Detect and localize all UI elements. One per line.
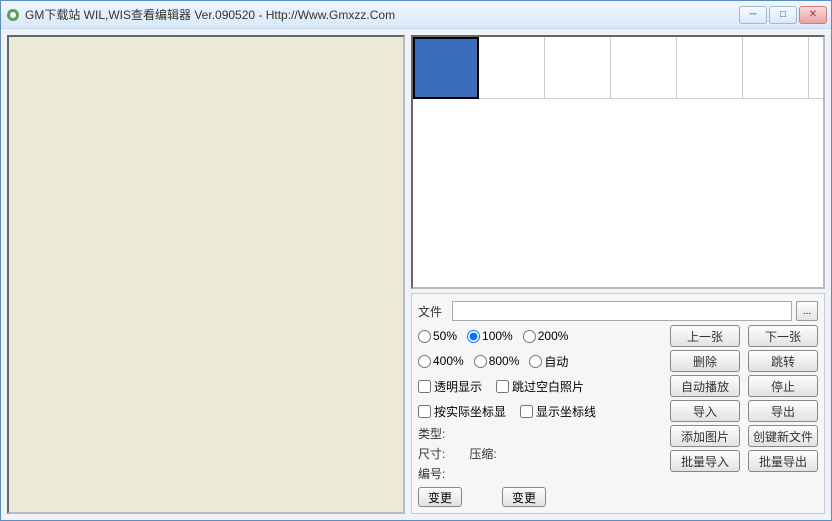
check-real-coord[interactable]: 按实际坐标显	[418, 403, 506, 420]
zoom-row-2: 400% 800% 自动	[418, 350, 664, 372]
check-skip-blank[interactable]: 跳过空白照片	[496, 378, 584, 395]
change-button-1[interactable]: 变更	[418, 487, 462, 507]
check-row-2: 按实际坐标显 显示坐标线	[418, 400, 664, 422]
browse-button[interactable]: ...	[796, 301, 818, 321]
button-col-2: 下一张 跳转 停止 导出 创键新文件 批量导出	[748, 325, 818, 507]
client-area: 文件 ... 50% 100% 200% 400% 800%	[1, 29, 831, 520]
type-row: 类型:	[418, 425, 664, 442]
control-panel: 文件 ... 50% 100% 200% 400% 800%	[411, 293, 825, 514]
button-col-1: 上一张 删除 自动播放 导入 添加图片 批量导入	[670, 325, 740, 507]
thumbnail[interactable]	[479, 37, 545, 99]
change-button-2[interactable]: 变更	[502, 487, 546, 507]
maximize-button[interactable]: □	[769, 6, 797, 24]
add-image-button[interactable]: 添加图片	[670, 425, 740, 447]
thumbnail-row	[413, 37, 823, 99]
stop-button[interactable]: 停止	[748, 375, 818, 397]
zoom-100[interactable]: 100%	[467, 329, 513, 343]
id-label: 编号:	[418, 465, 445, 482]
left-controls: 50% 100% 200% 400% 800% 自动 透明显示 跳过空白照片	[418, 325, 664, 507]
check-row-1: 透明显示 跳过空白照片	[418, 375, 664, 397]
check-show-coord[interactable]: 显示坐标线	[520, 403, 596, 420]
check-transparent[interactable]: 透明显示	[418, 378, 482, 395]
app-window: GM下载站 WIL,WIS查看编辑器 Ver.090520 - Http://W…	[0, 0, 832, 521]
file-label: 文件	[418, 303, 448, 320]
id-row: 编号:	[418, 465, 664, 482]
new-file-button[interactable]: 创键新文件	[748, 425, 818, 447]
size-label: 尺寸:	[418, 445, 445, 462]
import-button[interactable]: 导入	[670, 400, 740, 422]
zoom-200[interactable]: 200%	[523, 329, 569, 343]
file-row: 文件 ...	[418, 300, 818, 322]
thumbnail-selected[interactable]	[413, 37, 479, 99]
right-button-area: 上一张 删除 自动播放 导入 添加图片 批量导入 下一张 跳转 停止 导出	[670, 325, 818, 507]
batch-export-button[interactable]: 批量导出	[748, 450, 818, 472]
thumbnail[interactable]	[611, 37, 677, 99]
preview-pane	[7, 35, 405, 514]
main-columns: 50% 100% 200% 400% 800% 自动 透明显示 跳过空白照片	[418, 325, 818, 507]
zoom-400[interactable]: 400%	[418, 354, 464, 368]
window-controls: ─ □ ✕	[739, 6, 827, 24]
zoom-row-1: 50% 100% 200%	[418, 325, 664, 347]
close-button[interactable]: ✕	[799, 6, 827, 24]
export-button[interactable]: 导出	[748, 400, 818, 422]
next-button[interactable]: 下一张	[748, 325, 818, 347]
app-icon	[5, 7, 21, 23]
size-row: 尺寸: 压缩:	[418, 445, 664, 462]
jump-button[interactable]: 跳转	[748, 350, 818, 372]
compress-label: 压缩:	[469, 445, 496, 462]
change-buttons: 变更 变更	[418, 487, 664, 507]
window-title: GM下载站 WIL,WIS查看编辑器 Ver.090520 - Http://W…	[25, 6, 739, 23]
zoom-auto[interactable]: 自动	[529, 353, 568, 370]
prev-button[interactable]: 上一张	[670, 325, 740, 347]
thumbnail[interactable]	[743, 37, 809, 99]
type-label: 类型:	[418, 425, 445, 442]
autoplay-button[interactable]: 自动播放	[670, 375, 740, 397]
zoom-800[interactable]: 800%	[474, 354, 520, 368]
right-pane: 文件 ... 50% 100% 200% 400% 800%	[411, 35, 825, 514]
minimize-button[interactable]: ─	[739, 6, 767, 24]
thumbnail[interactable]	[545, 37, 611, 99]
titlebar: GM下载站 WIL,WIS查看编辑器 Ver.090520 - Http://W…	[1, 1, 831, 29]
thumbnail-strip	[411, 35, 825, 289]
file-input[interactable]	[452, 301, 792, 321]
batch-import-button[interactable]: 批量导入	[670, 450, 740, 472]
zoom-50[interactable]: 50%	[418, 329, 457, 343]
delete-button[interactable]: 删除	[670, 350, 740, 372]
thumbnail[interactable]	[677, 37, 743, 99]
